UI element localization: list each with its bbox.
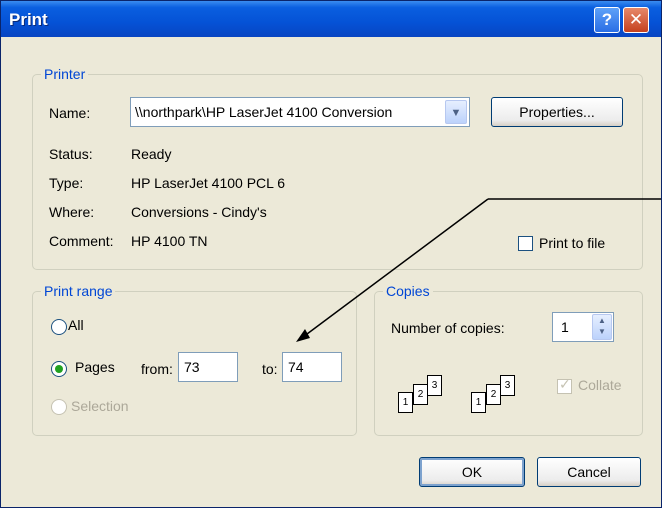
annotation-line-diagonal — [302, 198, 489, 338]
arrowhead-icon — [296, 329, 310, 342]
print-dialog: Print ? ✕ Printer Name: \\northpark\HP L… — [0, 0, 662, 508]
annotation-arrow — [296, 198, 661, 342]
